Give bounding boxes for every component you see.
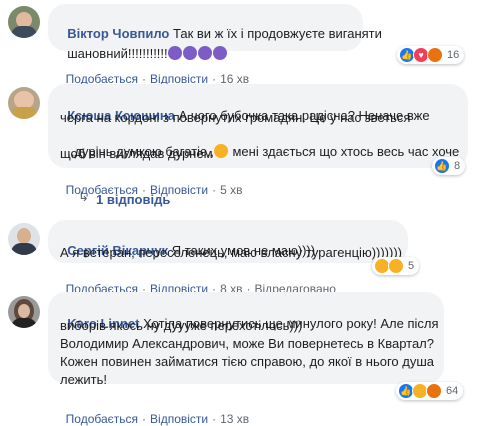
- avatar[interactable]: [8, 87, 40, 119]
- comment-line: мені здається що хтось весь час хоче: [228, 144, 460, 159]
- angry-reaction-icon: [427, 47, 443, 63]
- reactions-count: 8: [454, 160, 461, 172]
- haha-reaction-icon: [388, 258, 404, 274]
- reply-link[interactable]: Відповісти: [150, 412, 208, 426]
- comment-line: Володимир Александрович, може Ви поверне…: [60, 336, 434, 351]
- reactions-summary[interactable]: 👍 64: [396, 382, 464, 400]
- timestamp[interactable]: 5 хв: [220, 183, 242, 197]
- reactions-count: 5: [408, 260, 415, 272]
- avatar[interactable]: [8, 223, 40, 255]
- comment-line: черга на кордоні з повернутих громадян. …: [60, 110, 411, 125]
- comment-actions: Подобається · Відповісти · 16 хв: [65, 72, 250, 86]
- comment-line: виборів якось ну дуууже перехотілось))): [60, 318, 303, 333]
- smile-emoji-icon: [213, 144, 228, 158]
- comment-line: лежить!: [60, 372, 107, 387]
- like-reaction-icon: 👍: [434, 158, 450, 174]
- comment-line: Кожен повинен займатися тією справою, до…: [60, 354, 435, 369]
- timestamp[interactable]: 13 хв: [220, 412, 249, 426]
- reactions-summary[interactable]: 👍 8: [432, 157, 466, 175]
- reactions-count: 64: [446, 385, 459, 397]
- reactions-summary[interactable]: 👍 ♥ 16: [397, 46, 465, 64]
- comment-line: А я ветеран, переселенець, маю власну ту…: [60, 245, 402, 260]
- comment-actions: Подобається · Відповісти · 13 хв: [65, 412, 250, 426]
- avatar[interactable]: [8, 6, 40, 38]
- view-replies-link[interactable]: 1 відповідь: [96, 192, 170, 207]
- comment-line: щоб він виглядав дурнем: [60, 146, 213, 161]
- avatar[interactable]: [8, 296, 40, 328]
- reactions-count: 16: [447, 49, 460, 61]
- reply-arrow-icon: ↳: [78, 189, 89, 204]
- angry-reaction-icon: [426, 383, 442, 399]
- reactions-summary[interactable]: 5: [372, 257, 420, 275]
- like-link[interactable]: Подобається: [66, 412, 138, 426]
